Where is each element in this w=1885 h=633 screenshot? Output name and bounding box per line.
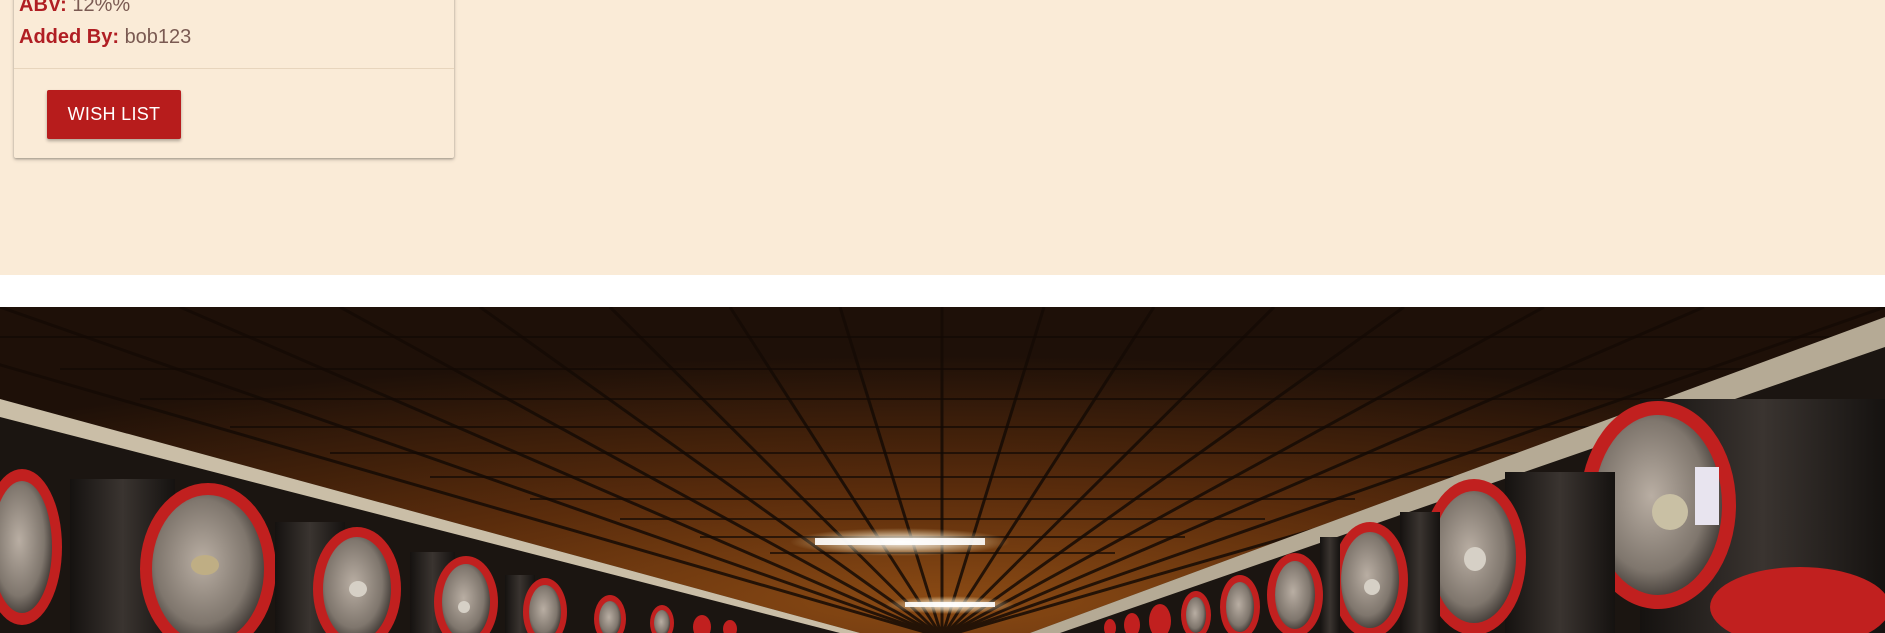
wine-cellar-illustration: [0, 307, 1885, 633]
added-by-row: Added By: bob123: [19, 25, 191, 49]
wish-list-button[interactable]: WISH LIST: [47, 90, 181, 139]
added-by-label: Added By:: [19, 26, 119, 48]
wine-card: ABV: 12%% Added By: bob123 WISH LIST: [14, 0, 454, 158]
card-divider: [14, 68, 454, 69]
wine-cellar-image: [0, 307, 1885, 633]
content-section: ABV: 12%% Added By: bob123 WISH LIST: [0, 0, 1885, 275]
abv-value: 12%%: [72, 0, 131, 16]
added-by-value: bob123: [124, 26, 192, 48]
page: ABV: 12%% Added By: bob123 WISH LIST: [0, 0, 1885, 633]
abv-label: ABV:: [19, 0, 67, 16]
abv-row: ABV: 12%%: [19, 0, 130, 17]
section-divider: [0, 275, 1885, 307]
